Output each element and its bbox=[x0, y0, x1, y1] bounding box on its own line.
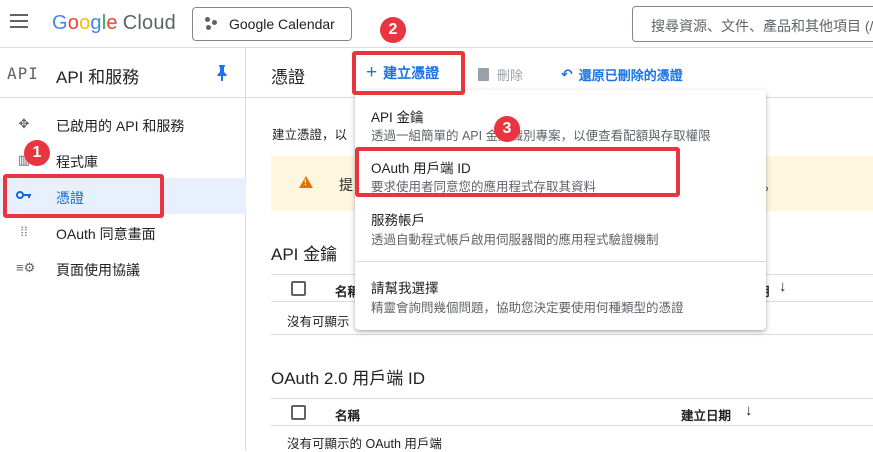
menu-item-description: 透過一組簡單的 API 金鑰識別專案，以便查看配額與存取權限 bbox=[371, 129, 711, 143]
logo-letter: g bbox=[90, 12, 102, 34]
step-badge-3: 3 bbox=[494, 116, 520, 142]
sidebar-item-label: 程式庫 bbox=[56, 154, 98, 170]
menu-item-title: 服務帳戶 bbox=[371, 213, 425, 228]
select-all-checkbox[interactable] bbox=[291, 281, 306, 296]
page-agreement-icon: ≡⚙ bbox=[16, 260, 36, 275]
column-created-date[interactable]: 建立日期 bbox=[681, 405, 731, 424]
sidebar-item-oauth-consent[interactable]: ⁞⁞ OAuth 同意畫面 bbox=[0, 214, 246, 250]
oauth-clients-title: OAuth 2.0 用戶端 ID bbox=[271, 369, 425, 388]
trash-icon bbox=[478, 68, 489, 81]
search-input[interactable]: 搜尋資源、文件、產品和其他項目 (/) bbox=[632, 6, 873, 42]
column-name[interactable]: 名稱 bbox=[335, 405, 360, 424]
sidebar-title: API 和服務 bbox=[56, 68, 140, 87]
oauth-consent-icon: ⁞⁞ bbox=[20, 224, 28, 239]
top-bar: Google Cloud Google Calendar 搜尋資源、文件、產品和其… bbox=[0, 0, 873, 48]
restore-label: 還原已刪除的憑證 bbox=[578, 68, 683, 83]
logo-letter: e bbox=[106, 12, 118, 34]
logo-letter: o bbox=[67, 12, 80, 34]
logo-letter: G bbox=[52, 12, 68, 34]
sidebar: API API 和服務 ✥ 已啟用的 API 和服務 ▥ 程式庫 憑證 ⁞⁞ O… bbox=[0, 48, 246, 450]
page-title: 憑證 bbox=[271, 68, 305, 87]
sort-arrow-icon[interactable]: ↓ bbox=[745, 402, 753, 419]
oauth-empty-message: 沒有可顯示的 OAuth 用戶端 bbox=[287, 437, 442, 451]
highlight-credentials-item bbox=[3, 174, 164, 218]
menu-item-api-key[interactable]: API 金鑰 透過一組簡單的 API 金鑰識別專案，以便查看配額與存取權限 bbox=[355, 90, 766, 146]
api-keys-title: API 金鑰 bbox=[271, 245, 338, 264]
sort-arrow-icon[interactable]: ↓ bbox=[779, 278, 787, 295]
oauth-table-header: 名稱 建立日期 ↓ bbox=[271, 398, 873, 426]
sidebar-header: API API 和服務 bbox=[0, 48, 246, 98]
menu-divider bbox=[355, 261, 766, 262]
create-credentials-menu: API 金鑰 透過一組簡單的 API 金鑰識別專案，以便查看配額與存取權限 OA… bbox=[355, 90, 766, 330]
sidebar-item-label: OAuth 同意畫面 bbox=[56, 226, 156, 242]
api-keys-empty-message: 沒有可顯示 bbox=[287, 315, 350, 329]
menu-item-title: 請幫我選擇 bbox=[371, 281, 439, 296]
menu-icon[interactable] bbox=[10, 14, 28, 28]
page-description: 建立憑證，以 bbox=[272, 128, 348, 142]
menu-item-help-me-choose[interactable]: 請幫我選擇 精靈會詢問幾個問題，協助您決定要使用何種類型的憑證 bbox=[355, 268, 766, 324]
warning-icon bbox=[299, 176, 313, 188]
api-services-icon: ✥ bbox=[18, 116, 30, 131]
menu-item-description: 精靈會詢問幾個問題，協助您決定要使用何種類型的憑證 bbox=[371, 301, 684, 315]
delete-label: 刪除 bbox=[497, 68, 524, 83]
sidebar-item-page-agreement[interactable]: ≡⚙ 頁面使用協議 bbox=[0, 250, 246, 286]
project-icon bbox=[205, 17, 219, 31]
pin-icon[interactable] bbox=[216, 65, 228, 81]
step-badge-2: 2 bbox=[380, 17, 406, 43]
select-all-checkbox[interactable] bbox=[291, 405, 306, 420]
divider bbox=[271, 334, 873, 335]
project-selector-button[interactable]: Google Calendar bbox=[192, 7, 352, 41]
project-name: Google Calendar bbox=[229, 16, 335, 32]
sidebar-item-label: 頁面使用協議 bbox=[56, 262, 140, 278]
logo-suffix: Cloud bbox=[122, 12, 176, 34]
undo-icon: ↶ bbox=[561, 66, 573, 82]
menu-item-service-account[interactable]: 服務帳戶 透過自動程式帳戶啟用伺服器間的應用程式驗證機制 bbox=[355, 202, 766, 258]
highlight-oauth-client-id bbox=[355, 147, 680, 197]
sidebar-item-enabled-apis[interactable]: ✥ 已啟用的 API 和服務 bbox=[0, 106, 246, 142]
logo-letter: o bbox=[79, 12, 91, 34]
google-cloud-logo[interactable]: Google Cloud bbox=[52, 12, 176, 35]
menu-item-description: 透過自動程式帳戶啟用伺服器間的應用程式驗證機制 bbox=[371, 233, 659, 247]
restore-deleted-button[interactable]: ↶ 還原已刪除的憑證 bbox=[561, 65, 683, 84]
warning-text: 提 bbox=[339, 177, 353, 193]
sidebar-item-label: 已啟用的 API 和服務 bbox=[56, 118, 185, 134]
step-badge-1: 1 bbox=[24, 140, 50, 166]
highlight-create-credentials-button bbox=[352, 51, 465, 95]
api-icon: API bbox=[7, 64, 39, 83]
menu-item-title: API 金鑰 bbox=[371, 110, 424, 125]
delete-button[interactable]: 刪除 bbox=[478, 65, 523, 84]
